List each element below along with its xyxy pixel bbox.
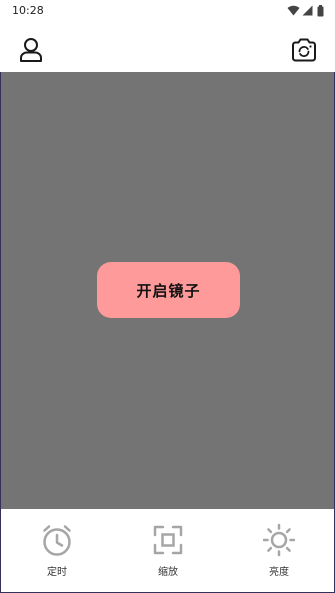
- signal-icon: [302, 5, 313, 16]
- battery-icon: [317, 5, 324, 17]
- status-bar: 10:28: [0, 0, 335, 22]
- zoom-frame-icon: [153, 525, 183, 555]
- timer-button[interactable]: 定时: [17, 521, 97, 583]
- sun-icon: [263, 523, 295, 557]
- alarm-clock-icon: [43, 525, 71, 556]
- timer-label: 定时: [47, 567, 67, 578]
- app-bar: [0, 22, 335, 72]
- open-mirror-button[interactable]: 开启镜子: [97, 262, 240, 318]
- status-icons: [287, 5, 327, 17]
- brightness-label: 亮度: [269, 567, 289, 578]
- profile-icon[interactable]: [16, 35, 46, 65]
- brightness-button[interactable]: 亮度: [239, 521, 319, 583]
- zoom-button[interactable]: 缩放: [128, 521, 208, 583]
- camera-switch-icon[interactable]: [289, 35, 319, 65]
- bottom-toolbar: 定时 缩放 亮度: [0, 509, 335, 593]
- zoom-label: 缩放: [158, 567, 178, 578]
- status-time: 10:28: [12, 4, 44, 17]
- wifi-icon: [287, 5, 300, 16]
- app-screen: 10:28 开启镜子 定时 缩放 亮度: [0, 0, 335, 593]
- mirror-preview: 开启镜子: [0, 72, 335, 509]
